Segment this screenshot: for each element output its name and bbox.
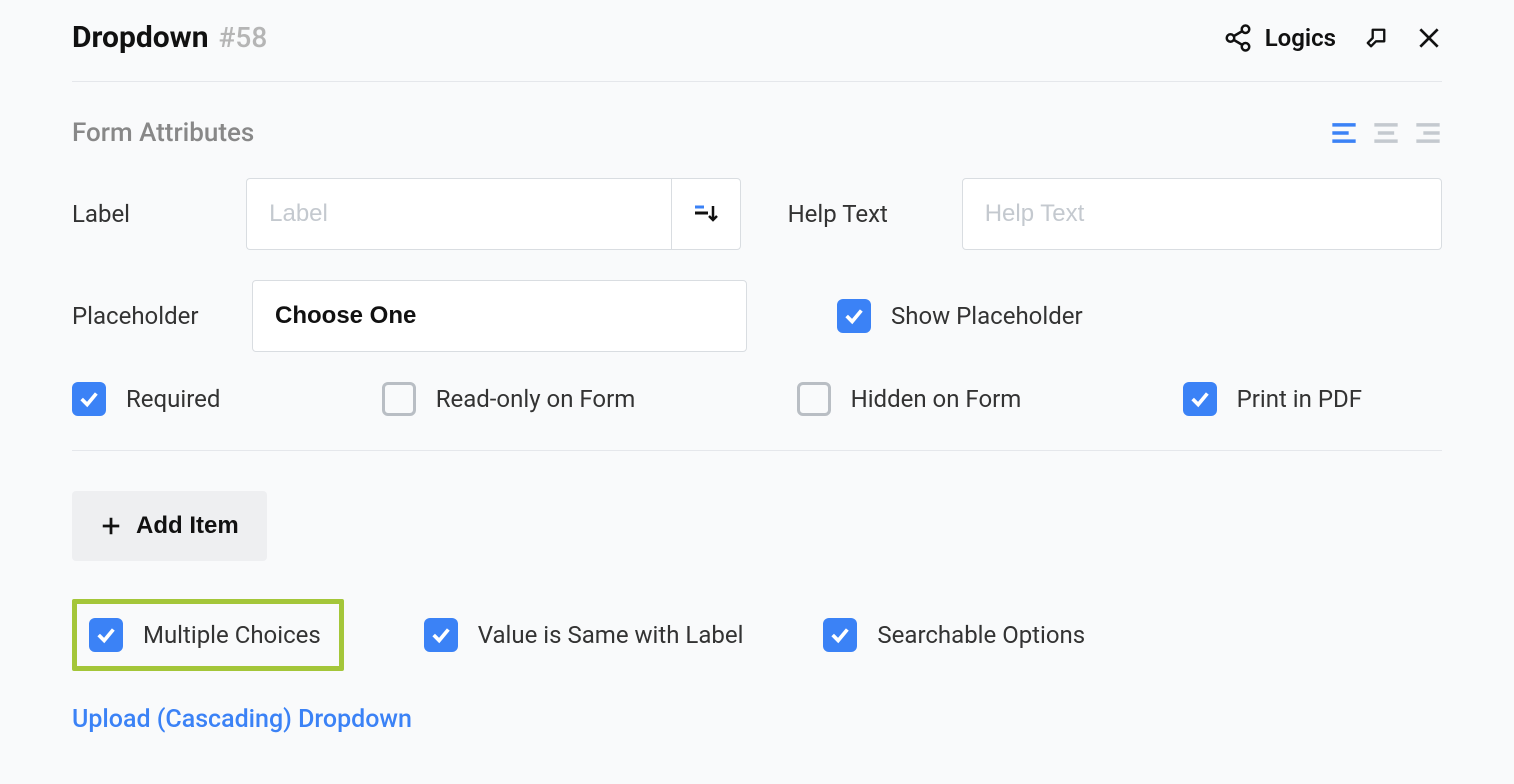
panel-title-id: #58	[219, 21, 268, 54]
multiple-choices-label: Multiple Choices	[143, 621, 321, 649]
checkbox-checked-icon	[424, 618, 458, 652]
searchable-checkbox[interactable]: Searchable Options	[823, 618, 1085, 652]
print-pdf-checkbox[interactable]: Print in PDF	[1183, 382, 1362, 416]
searchable-label: Searchable Options	[877, 621, 1085, 649]
print-pdf-label: Print in PDF	[1237, 385, 1362, 413]
checkbox-unchecked-icon	[382, 382, 416, 416]
placeholder-input[interactable]	[252, 280, 747, 352]
helptext-input[interactable]	[962, 178, 1442, 250]
checkbox-checked-icon	[89, 618, 123, 652]
divider	[72, 81, 1442, 82]
readonly-label: Read-only on Form	[436, 385, 636, 413]
multiple-choices-highlight: Multiple Choices	[72, 599, 344, 671]
logics-label: Logics	[1265, 24, 1336, 52]
align-center-icon[interactable]	[1372, 121, 1400, 145]
share-icon	[1223, 23, 1253, 53]
pin-icon[interactable]	[1362, 24, 1390, 52]
show-placeholder-checkbox[interactable]: Show Placeholder	[837, 299, 1083, 333]
multiple-choices-checkbox[interactable]: Multiple Choices	[89, 618, 321, 652]
label-position-button[interactable]	[671, 178, 741, 250]
panel-title-wrap: Dropdown #58	[72, 20, 267, 55]
checkbox-checked-icon	[823, 618, 857, 652]
logics-button[interactable]: Logics	[1223, 23, 1336, 53]
section-title: Form Attributes	[72, 118, 254, 148]
checkbox-checked-icon	[1183, 382, 1217, 416]
show-placeholder-label: Show Placeholder	[891, 302, 1083, 330]
align-right-icon[interactable]	[1414, 121, 1442, 145]
add-item-button[interactable]: Add Item	[72, 491, 267, 561]
align-left-icon[interactable]	[1330, 121, 1358, 145]
helptext-caption: Help Text	[788, 200, 962, 228]
readonly-checkbox[interactable]: Read-only on Form	[382, 382, 636, 416]
required-label: Required	[126, 385, 220, 413]
placeholder-caption: Placeholder	[72, 302, 252, 330]
label-position-icon	[692, 202, 720, 226]
required-checkbox[interactable]: Required	[72, 382, 220, 416]
add-item-label: Add Item	[136, 512, 239, 540]
plus-icon	[100, 515, 122, 537]
upload-cascading-link[interactable]: Upload (Cascading) Dropdown	[72, 705, 1442, 734]
checkbox-checked-icon	[837, 299, 871, 333]
checkbox-unchecked-icon	[797, 382, 831, 416]
close-icon[interactable]	[1416, 25, 1442, 51]
panel-title: Dropdown	[72, 20, 209, 55]
label-caption: Label	[72, 200, 246, 228]
value-same-label-checkbox[interactable]: Value is Same with Label	[424, 618, 744, 652]
hidden-label: Hidden on Form	[851, 385, 1022, 413]
value-same-label-label: Value is Same with Label	[478, 621, 744, 649]
divider	[72, 450, 1442, 451]
checkbox-checked-icon	[72, 382, 106, 416]
hidden-checkbox[interactable]: Hidden on Form	[797, 382, 1022, 416]
label-input[interactable]	[246, 178, 671, 250]
